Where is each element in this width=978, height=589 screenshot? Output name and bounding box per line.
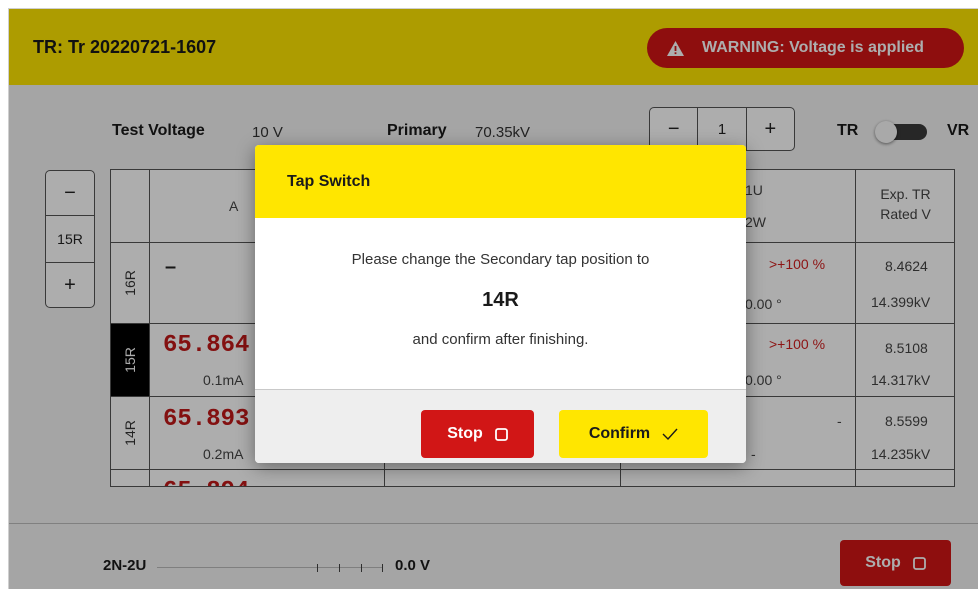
dialog-title: Tap Switch (287, 173, 371, 190)
app-window: TR: Tr 20220721-1607 WARNING: Voltage is… (8, 8, 978, 589)
dialog-stop-label: Stop (447, 425, 483, 442)
dialog-confirm-button[interactable]: Confirm (559, 410, 708, 458)
stop-icon (494, 427, 508, 441)
dialog-footer: Stop Confirm (255, 389, 746, 463)
checkmark-icon (662, 428, 678, 440)
dialog-message-line2: and confirm after finishing. (412, 331, 589, 348)
dialog-header: Tap Switch (255, 145, 746, 218)
tap-switch-dialog: Tap Switch Please change the Secondary t… (255, 145, 746, 463)
dialog-confirm-label: Confirm (588, 425, 651, 442)
dialog-tap-value: 14R (482, 289, 519, 311)
dialog-stop-button[interactable]: Stop (421, 410, 534, 458)
dialog-message-line1: Please change the Secondary tap position… (351, 251, 650, 268)
